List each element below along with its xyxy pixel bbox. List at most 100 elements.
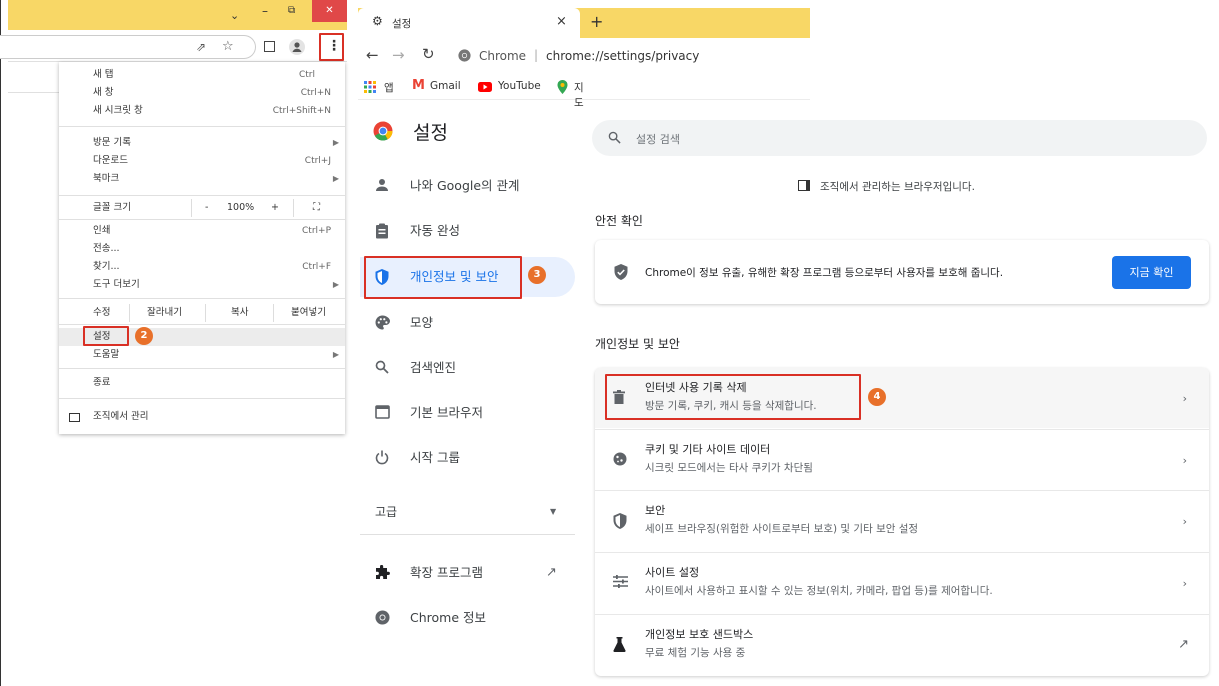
highlight-privacy-nav — [364, 256, 522, 299]
sidebar-item-default-browser[interactable]: 기본 브라우저 — [360, 393, 575, 433]
zoom-in-button[interactable]: + — [271, 199, 279, 217]
sidebar-advanced-label: 고급 — [375, 505, 398, 519]
menu-exit[interactable]: 종료 — [59, 374, 345, 392]
apps-grid-icon — [364, 81, 376, 93]
submenu-arrow-icon: ▶ — [332, 138, 339, 147]
paste-button[interactable]: 붙여넣기 — [291, 304, 326, 322]
zoom-level: 100% — [227, 202, 255, 213]
profile-icon[interactable] — [289, 39, 305, 55]
menu-help[interactable]: 도움말 ▶ — [59, 346, 345, 364]
flask-icon — [613, 637, 626, 652]
menu-shortcut: Ctrl+J — [304, 156, 331, 166]
power-icon — [375, 450, 389, 465]
menu-new-tab[interactable]: 새 탭 Ctrl — [59, 66, 345, 84]
safety-check-card: Chrome이 정보 유출, 유해한 확장 프로그램 등으로부터 사용자를 보호… — [595, 240, 1209, 304]
minimize-icon[interactable]: – — [262, 4, 268, 18]
left-omnibox[interactable]: ⇗ ☆ — [0, 35, 256, 59]
sidebar-divider — [360, 534, 575, 535]
tab-close-button[interactable]: × — [556, 14, 567, 29]
search-icon — [608, 131, 621, 144]
cut-button[interactable]: 잘라내기 — [147, 304, 182, 322]
sidebar-item-appearance[interactable]: 모양 — [360, 303, 575, 343]
row-subtitle: 세이프 브라우징(위험한 사이트로부터 보호) 및 기타 보안 설정 — [645, 523, 919, 535]
sidebar-item-label: 확장 프로그램 — [410, 565, 483, 580]
menu-label: 북마크 — [93, 173, 120, 184]
menu-cast[interactable]: 전송... — [59, 240, 345, 258]
forward-arrow-icon[interactable]: → — [392, 46, 405, 64]
sidebar-item-search-engine[interactable]: 검색엔진 — [360, 348, 575, 388]
clipboard-icon — [375, 223, 389, 239]
menu-label: 새 창 — [93, 87, 114, 98]
reload-icon[interactable]: ↻ — [422, 45, 435, 63]
menu-managed[interactable]: 조직에서 관리 — [59, 408, 345, 426]
bookmarks-bar: 앱 M Gmail YouTube 지도 — [358, 74, 810, 109]
menu-incognito[interactable]: 새 시크릿 창 Ctrl+Shift+N — [59, 102, 345, 120]
copy-button[interactable]: 복사 — [231, 304, 248, 322]
sidebar-item-about-chrome[interactable]: Chrome 정보 — [360, 598, 575, 638]
fullscreen-icon[interactable]: ⛶ — [313, 199, 320, 217]
menu-label: 새 시크릿 창 — [93, 105, 143, 116]
menu-history[interactable]: 방문 기록 ▶ — [59, 134, 345, 152]
close-window-button[interactable]: ✕ — [312, 0, 347, 22]
sidebar-advanced-toggle[interactable]: 고급 ▼ — [360, 492, 575, 532]
tab-title: 설정 — [392, 18, 412, 30]
menu-zoom-row: 글꼴 크기 - 100% + ⛶ — [59, 199, 345, 217]
left-page-divider — [8, 92, 60, 93]
bookmark-label: YouTube — [498, 80, 541, 92]
youtube-icon — [478, 82, 492, 92]
omnibox-url: chrome://settings/privacy — [546, 49, 700, 63]
step-badge-4: 4 — [868, 388, 886, 406]
menu-label: 도구 더보기 — [93, 279, 140, 290]
settings-title: 설정 — [413, 122, 448, 144]
row-subtitle: 시크릿 모드에서는 타사 쿠키가 차단됨 — [645, 462, 813, 474]
menu-separator — [59, 126, 345, 127]
row-security[interactable]: 보안 세이프 브라우징(위험한 사이트로부터 보호) 및 기타 보안 설정 › — [595, 490, 1209, 550]
check-now-button[interactable]: 지금 확인 — [1112, 256, 1191, 289]
chrome-logo-icon — [375, 610, 390, 625]
submenu-arrow-icon: ▶ — [332, 174, 339, 183]
menu-more-tools[interactable]: 도구 더보기 ▶ — [59, 276, 345, 294]
new-tab-button[interactable]: + — [590, 12, 603, 31]
row-privacy-sandbox[interactable]: 개인정보 보호 샌드박스 무료 체험 기능 사용 중 ↗ — [595, 614, 1209, 674]
bookmark-label: 지도 — [574, 82, 584, 109]
menu-find[interactable]: 찾기... Ctrl+F — [59, 258, 345, 276]
omnibox[interactable]: Chrome | chrome://settings/privacy — [452, 42, 810, 70]
menu-shortcut: Ctrl+P — [302, 226, 331, 236]
menu-label: 도움말 — [93, 349, 120, 360]
restore-icon[interactable]: ⧉ — [288, 5, 295, 16]
chrome-logo-icon — [373, 121, 393, 141]
building-icon — [69, 413, 80, 422]
sidebar-item-label: 검색엔진 — [410, 360, 457, 375]
menu-separator — [59, 298, 345, 299]
side-panel-icon[interactable] — [264, 41, 275, 52]
row-cookies[interactable]: 쿠키 및 기타 사이트 데이터 시크릿 모드에서는 타사 쿠키가 차단됨 › — [595, 429, 1209, 489]
row-site-settings[interactable]: 사이트 설정 사이트에서 사용하고 표시할 수 있는 정보(위치, 카메라, 팝… — [595, 552, 1209, 612]
highlight-menu-button — [319, 33, 344, 61]
settings-search-box[interactable]: 설정 검색 — [592, 120, 1207, 156]
sidebar-item-on-startup[interactable]: 시작 그룹 — [360, 438, 575, 478]
share-icon[interactable]: ⇗ — [196, 40, 206, 54]
settings-tab[interactable]: ⚙ 설정 × — [358, 8, 580, 38]
menu-new-window[interactable]: 새 창 Ctrl+N — [59, 84, 345, 102]
menu-label: 전송... — [93, 243, 120, 254]
sidebar-item-autofill[interactable]: 자동 완성 — [360, 211, 575, 251]
right-toolbar: ← → ↻ Chrome | chrome://settings/privacy — [358, 38, 810, 74]
sidebar-item-you-and-google[interactable]: 나와 Google의 관계 — [360, 166, 575, 206]
bookmark-star-icon[interactable]: ☆ — [222, 39, 234, 54]
menu-print[interactable]: 인쇄 Ctrl+P — [59, 222, 345, 240]
step-badge-2: 2 — [135, 327, 153, 345]
managed-notice-text: 조직에서 관리하는 브라우저입니다. — [820, 181, 975, 193]
cookie-icon — [613, 452, 627, 466]
menu-downloads[interactable]: 다운로드 Ctrl+J — [59, 152, 345, 170]
chevron-right-icon: › — [1182, 392, 1187, 405]
row-title: 사이트 설정 — [645, 566, 700, 579]
menu-bookmarks[interactable]: 북마크 ▶ — [59, 170, 345, 188]
back-arrow-icon[interactable]: ← — [366, 46, 379, 64]
open-external-icon: ↗ — [546, 565, 557, 580]
tab-search-icon[interactable]: ⌄ — [230, 9, 239, 22]
row-subtitle: 무료 체험 기능 사용 중 — [645, 647, 746, 659]
sidebar-item-extensions[interactable]: 확장 프로그램 ↗ — [360, 553, 575, 593]
zoom-out-button[interactable]: - — [205, 199, 208, 217]
menu-shortcut: Ctrl+Shift+N — [272, 106, 331, 116]
chevron-right-icon: › — [1182, 515, 1187, 528]
